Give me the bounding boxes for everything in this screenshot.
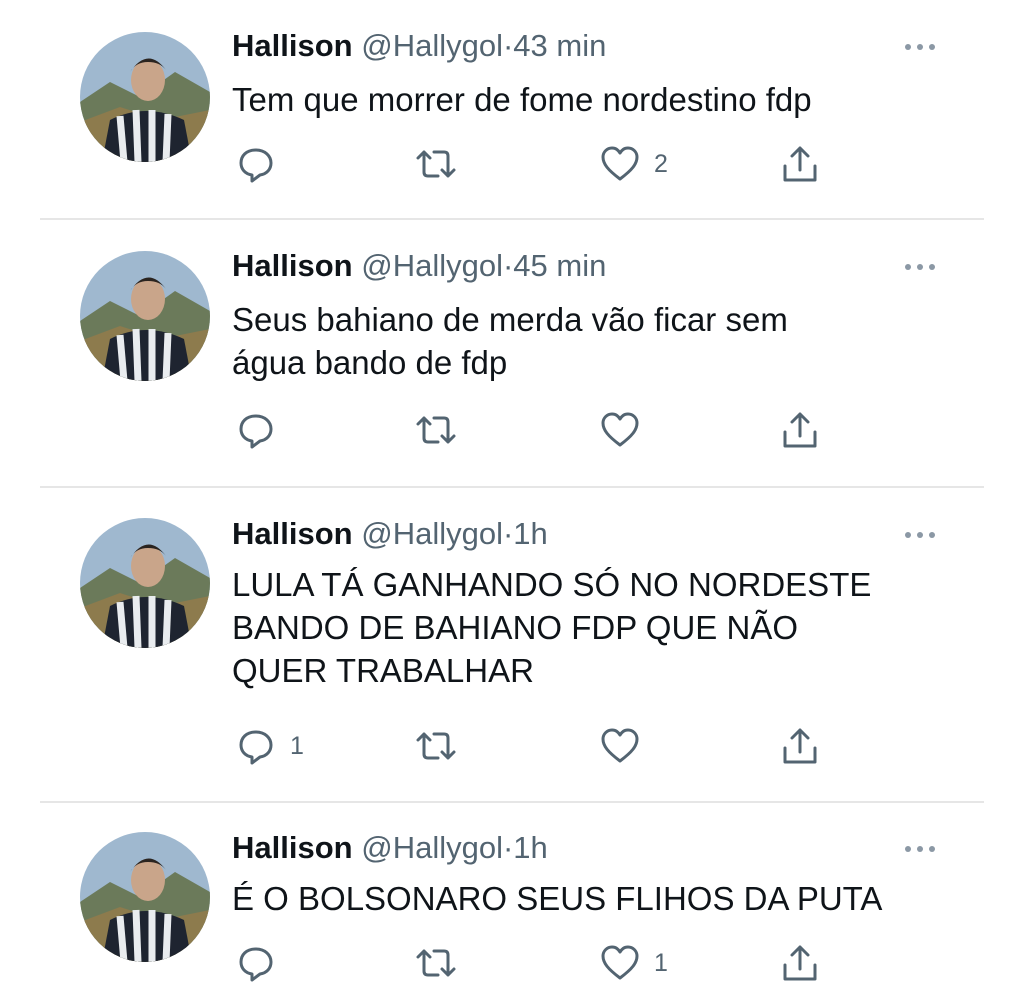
tweet-text: Seus bahiano de merda vão ficar sem água… (232, 298, 972, 384)
tweet-text-line: Tem que morrer de fome nordestino fdp (232, 81, 812, 118)
retweet-icon (414, 943, 458, 983)
more-options-icon[interactable] (900, 257, 940, 277)
share-icon (780, 410, 820, 450)
reply-icon (236, 410, 276, 450)
more-options-icon[interactable] (900, 839, 940, 859)
share-icon (780, 943, 820, 983)
timestamp[interactable]: 1h (513, 830, 547, 865)
reply-button[interactable] (236, 410, 290, 450)
share-button[interactable] (780, 410, 820, 450)
share-button[interactable] (780, 943, 820, 983)
tweet-header: Hallison @Hallygol·1h (232, 514, 548, 554)
share-icon (780, 726, 820, 766)
timestamp[interactable]: 43 min (513, 28, 606, 63)
separator-dot: · (502, 516, 514, 551)
avatar[interactable] (80, 832, 210, 962)
avatar[interactable] (80, 251, 210, 381)
retweet-button[interactable] (414, 943, 472, 983)
more-options-icon[interactable] (900, 525, 940, 545)
reply-button[interactable] (236, 943, 290, 983)
separator-dot: · (502, 28, 514, 63)
avatar[interactable] (80, 518, 210, 648)
tweet-text: Tem que morrer de fome nordestino fdp (232, 78, 972, 121)
like-count: 1 (654, 948, 668, 977)
reply-icon (236, 726, 276, 766)
share-button[interactable] (780, 726, 820, 766)
heart-icon (600, 943, 640, 983)
retweet-icon (414, 410, 458, 450)
like-button[interactable]: 2 (600, 144, 668, 184)
separator-dot: · (502, 248, 514, 283)
share-button[interactable] (780, 144, 820, 184)
display-name[interactable]: Hallison (232, 28, 353, 63)
reply-button[interactable]: 1 (236, 726, 304, 766)
share-icon (780, 144, 820, 184)
tweet-text: É O BOLSONARO SEUS FLIHOS DA PUTA (232, 877, 972, 920)
tweet-header: Hallison @Hallygol·43 min (232, 26, 606, 66)
tweet-divider (40, 218, 984, 220)
user-handle[interactable]: @Hallygol (361, 830, 503, 865)
reply-count: 1 (290, 731, 304, 760)
retweet-button[interactable] (414, 144, 472, 184)
retweet-button[interactable] (414, 726, 472, 766)
user-handle[interactable]: @Hallygol (361, 516, 503, 551)
tweet-text-line: É O BOLSONARO SEUS FLIHOS DA PUTA (232, 880, 883, 917)
heart-icon (600, 144, 640, 184)
tweet-divider (40, 486, 984, 488)
tweet-text-line: LULA TÁ GANHANDO SÓ NO NORDESTE (232, 566, 872, 603)
tweet-header: Hallison @Hallygol·45 min (232, 246, 606, 286)
user-handle[interactable]: @Hallygol (361, 28, 503, 63)
retweet-button[interactable] (414, 410, 472, 450)
like-button[interactable]: 1 (600, 943, 668, 983)
tweet-text-line: Seus bahiano de merda vão ficar sem (232, 301, 788, 338)
user-handle[interactable]: @Hallygol (361, 248, 503, 283)
tweet-divider (40, 801, 984, 803)
like-button[interactable] (600, 726, 654, 766)
tweet-text-line: BANDO DE BAHIANO FDP QUE NÃO (232, 609, 798, 646)
more-options-icon[interactable] (900, 37, 940, 57)
tweet-header: Hallison @Hallygol·1h (232, 828, 548, 868)
like-button[interactable] (600, 410, 654, 450)
reply-icon (236, 943, 276, 983)
heart-icon (600, 410, 640, 450)
display-name[interactable]: Hallison (232, 830, 353, 865)
timestamp[interactable]: 1h (513, 516, 547, 551)
reply-icon (236, 144, 276, 184)
reply-button[interactable] (236, 144, 290, 184)
retweet-icon (414, 726, 458, 766)
tweet-text: LULA TÁ GANHANDO SÓ NO NORDESTE BANDO DE… (232, 563, 972, 692)
separator-dot: · (502, 830, 514, 865)
heart-icon (600, 726, 640, 766)
display-name[interactable]: Hallison (232, 516, 353, 551)
tweet-text-line: água bando de fdp (232, 344, 508, 381)
retweet-icon (414, 144, 458, 184)
display-name[interactable]: Hallison (232, 248, 353, 283)
avatar[interactable] (80, 32, 210, 162)
tweet-text-line: QUER TRABALHAR (232, 652, 534, 689)
like-count: 2 (654, 149, 668, 178)
timestamp[interactable]: 45 min (513, 248, 606, 283)
